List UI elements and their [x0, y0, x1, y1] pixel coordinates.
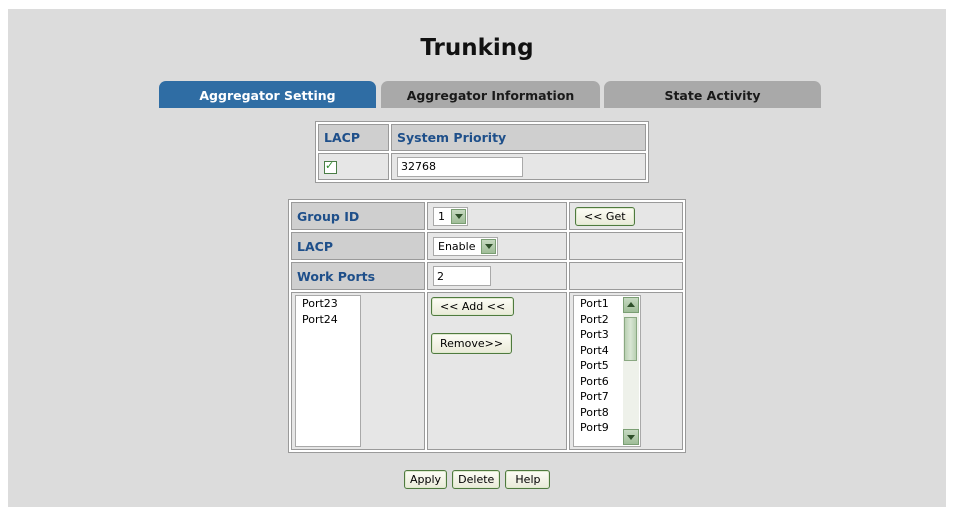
work-ports-label: Work Ports [291, 262, 425, 290]
lacp-select-cell: Enable [427, 232, 567, 260]
system-priority-input[interactable] [397, 156, 523, 177]
system-priority-cell [391, 153, 646, 180]
scroll-up-arrow-icon[interactable] [623, 297, 639, 313]
tab-state-activity[interactable]: State Activity [604, 81, 821, 108]
action-buttons: Apply Delete Help [404, 468, 551, 489]
empty-cell [569, 232, 683, 260]
chevron-down-icon[interactable] [451, 208, 466, 224]
work-ports-input[interactable] [433, 266, 491, 286]
lacp-label: LACP [291, 232, 425, 260]
apply-button[interactable]: Apply [404, 470, 448, 489]
get-cell: << Get [569, 202, 683, 230]
system-priority-header: System Priority [391, 124, 646, 151]
empty-cell [569, 262, 683, 290]
group-id-value: 1 [438, 209, 445, 223]
add-remove-cell: << Add << Remove>> [427, 292, 567, 450]
chevron-down-icon[interactable] [481, 238, 497, 254]
selected-ports-list[interactable]: Port23 Port24 [295, 295, 361, 447]
delete-button[interactable]: Delete [452, 470, 501, 489]
lacp-select[interactable]: Enable [433, 236, 499, 256]
available-ports-cell: Port1 Port2 Port3 Port4 Port5 Port6 Port… [569, 292, 683, 450]
get-button[interactable]: << Get [575, 206, 635, 226]
lacp-checkbox-cell: ✓ [318, 153, 389, 180]
checkmark-icon: ✓ [325, 158, 335, 172]
lacp-priority-table: LACP System Priority ✓ [315, 121, 649, 183]
scroll-down-arrow-icon[interactable] [623, 429, 639, 445]
group-id-select[interactable]: 1 [433, 206, 468, 226]
tab-bar: Aggregator Setting Aggregator Informatio… [159, 81, 821, 108]
lacp-header: LACP [318, 124, 389, 151]
main-panel: Trunking Aggregator Setting Aggregator I… [8, 9, 946, 507]
work-ports-cell [427, 262, 567, 290]
group-id-cell: 1 [427, 202, 567, 230]
selected-ports-cell: Port23 Port24 [291, 292, 425, 450]
available-ports-list[interactable]: Port1 Port2 Port3 Port4 Port5 Port6 Port… [573, 295, 641, 447]
remove-button[interactable]: Remove>> [431, 333, 513, 354]
help-button[interactable]: Help [505, 470, 551, 489]
lacp-checkbox[interactable]: ✓ [324, 158, 337, 174]
scrollbar-thumb[interactable] [624, 317, 637, 361]
page-title: Trunking [420, 35, 534, 61]
tab-aggregator-information[interactable]: Aggregator Information [381, 81, 600, 108]
tab-aggregator-setting[interactable]: Aggregator Setting [159, 81, 376, 108]
group-settings-table: Group ID 1 << Get LACP Enable Work Ports… [288, 199, 686, 453]
group-id-label: Group ID [291, 202, 425, 230]
list-item[interactable]: Port24 [296, 312, 360, 328]
scrollbar[interactable] [623, 297, 639, 445]
list-item[interactable]: Port23 [296, 296, 360, 312]
lacp-select-value: Enable [438, 239, 476, 253]
add-button[interactable]: << Add << [431, 297, 515, 316]
